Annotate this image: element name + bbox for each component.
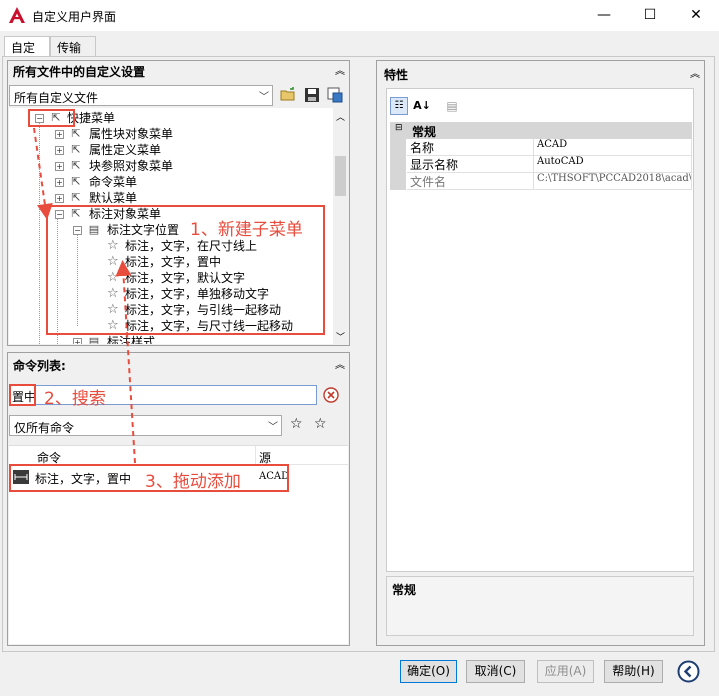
maximize-button[interactable]: ☐ (627, 0, 673, 31)
cursor-menu-icon: ⇱ (71, 143, 81, 156)
property-value-input[interactable]: ACAD (534, 139, 692, 156)
chevron-down-icon: ﹀ (259, 92, 269, 103)
scrollbar-thumb[interactable] (335, 156, 346, 196)
collapse-toggle-icon[interactable]: ⊟ (395, 123, 403, 133)
tree-node-label: 标注样式 (107, 335, 156, 344)
tree-node-label: 块参照对象菜单 (89, 159, 174, 173)
scroll-down-icon[interactable]: ﹀ (336, 330, 345, 343)
tree-node-label: 属性定义菜单 (89, 143, 162, 157)
find-command-icon[interactable]: ☆ (290, 416, 303, 432)
expand-toggle-icon[interactable]: + (55, 178, 64, 187)
expand-toggle-icon[interactable]: + (55, 146, 64, 155)
clear-search-icon[interactable] (323, 387, 339, 403)
customization-file-select-value: 所有自定义文件 (14, 91, 99, 105)
autocad-logo-icon (9, 7, 25, 23)
annotation-box-root (28, 109, 75, 127)
command-list-header: 命令列表: (13, 357, 66, 374)
tab-transfer[interactable]: 传输 (50, 36, 96, 56)
customization-file-select[interactable]: 所有自定义文件 ﹀ (9, 85, 273, 106)
cursor-menu-icon: ⇱ (71, 159, 81, 172)
annotation-step3: 3、拖动添加 (145, 472, 241, 492)
properties-header: 特性 (384, 66, 409, 83)
sort-alpha-icon[interactable]: A↓ (413, 97, 431, 115)
expand-toggle-icon[interactable]: + (55, 162, 64, 171)
collapse-chevron-icon[interactable]: ︽ (334, 66, 346, 78)
command-grid-header: 命令 源 (9, 446, 348, 465)
property-name: 文件名 (407, 173, 534, 190)
property-value-readonly: C:\THSOFT\PCCAD2018\acad\sv (534, 173, 692, 190)
save-icon[interactable] (304, 87, 320, 103)
property-pages-icon[interactable]: ▤ (443, 97, 461, 115)
property-description-box: 常规 (386, 576, 694, 636)
tree-node-label: 命令菜单 (89, 175, 138, 189)
categorized-view-icon[interactable]: ☷ (390, 97, 408, 115)
property-category-general[interactable]: ⊟ 常规 (390, 122, 692, 139)
tab-customize[interactable]: 自定义 (4, 36, 50, 72)
collapse-chevron-icon[interactable]: ︽ (689, 69, 701, 81)
property-description-title: 常规 (392, 583, 417, 597)
annotation-step2: 2、搜索 (44, 389, 106, 409)
cursor-menu-icon: ⇱ (71, 175, 81, 188)
partial-load-icon[interactable] (327, 87, 343, 103)
scroll-up-icon[interactable]: ︿ (336, 110, 345, 123)
cursor-menu-icon: ⇱ (71, 127, 81, 140)
property-name: 名称 (407, 139, 534, 156)
open-file-icon[interactable] (280, 87, 296, 103)
close-button[interactable]: ✕ (673, 0, 719, 31)
property-value-input[interactable]: AutoCAD (534, 156, 692, 173)
tree-scrollbar[interactable]: ︿ ﹀ (333, 108, 348, 344)
command-filter-value: 仅所有命令 (14, 421, 75, 435)
properties-content: ☷ A↓ ▤ ⊟ 常规 名称 ACAD 显示名称 AutoCAD 文件名 C:\… (386, 88, 694, 572)
property-category-label: 常规 (412, 125, 437, 139)
apply-button[interactable]: 应用(A) (537, 660, 594, 683)
property-name: 显示名称 (407, 156, 534, 173)
collapse-panel-icon[interactable] (677, 660, 700, 683)
help-button[interactable]: 帮助(H) (604, 660, 663, 683)
collapse-chevron-icon[interactable]: ︽ (334, 360, 346, 372)
tree-node-label: 属性块对象菜单 (89, 127, 174, 141)
customizations-header: 所有文件中的自定义设置 (13, 63, 146, 80)
new-command-icon[interactable]: ☆ (314, 416, 327, 432)
title-bar: 自定义用户界面 — ☐ ✕ (0, 0, 719, 31)
tree-node-label: 默认菜单 (89, 191, 138, 205)
minimize-button[interactable]: — (581, 0, 627, 31)
expand-toggle-icon[interactable]: + (55, 130, 64, 139)
expand-toggle-icon[interactable]: + (55, 194, 64, 203)
ok-button[interactable]: 确定(O) (400, 660, 457, 683)
annotation-box-search (9, 384, 36, 406)
chevron-down-icon: ﹀ (268, 422, 278, 433)
expand-toggle-icon[interactable]: + (73, 338, 82, 344)
cancel-button[interactable]: 取消(C) (466, 660, 525, 683)
cursor-menu-icon: ⇱ (71, 191, 81, 204)
command-filter-select[interactable]: 仅所有命令 ﹀ (9, 415, 282, 436)
submenu-icon: ▤ (88, 335, 100, 344)
window-title: 自定义用户界面 (32, 10, 117, 24)
annotation-step1: 1、新建子菜单 (190, 220, 303, 240)
